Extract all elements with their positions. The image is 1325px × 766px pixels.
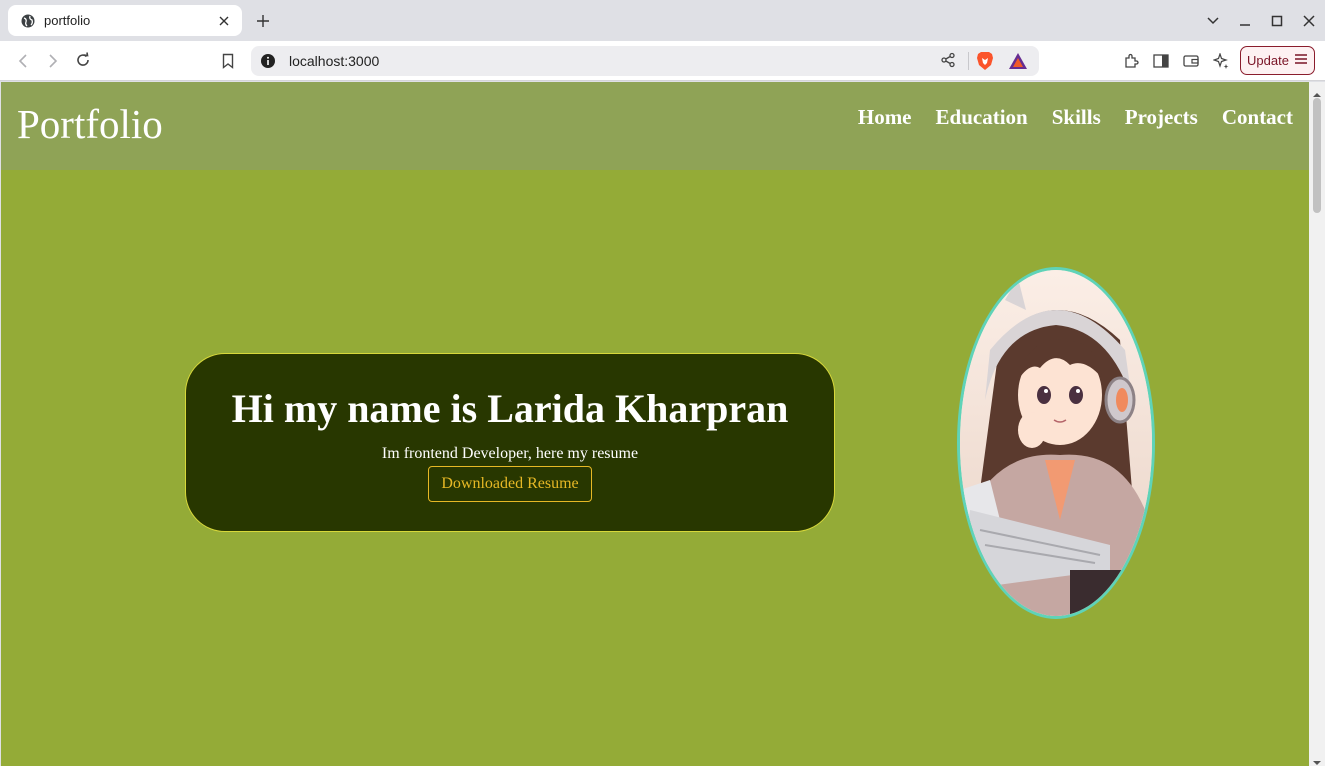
page-viewport: Portfolio Home Education Skills Projects… — [1, 82, 1309, 766]
divider — [968, 52, 969, 70]
browser-tab[interactable]: portfolio — [8, 5, 242, 36]
download-resume-button[interactable]: Downloaded Resume — [428, 466, 592, 502]
hero-subtitle: Im frontend Developer, here my resume — [381, 445, 639, 462]
tab-search-chevron-icon[interactable] — [1197, 6, 1229, 36]
main-nav: Home Education Skills Projects Contact — [858, 105, 1293, 130]
share-icon[interactable] — [940, 52, 958, 70]
nav-link-contact[interactable]: Contact — [1222, 105, 1293, 130]
new-tab-plus-icon[interactable] — [252, 10, 274, 32]
tab-title: portfolio — [44, 13, 91, 28]
sidebar-toggle-icon[interactable] — [1149, 49, 1173, 73]
forward-arrow-icon[interactable] — [41, 49, 65, 73]
tab-strip: portfolio — [0, 0, 1325, 41]
extensions-puzzle-icon[interactable] — [1119, 49, 1143, 73]
url-text[interactable]: localhost:3000 — [289, 53, 379, 69]
update-label: Update — [1247, 53, 1289, 68]
scrollbar-thumb[interactable] — [1313, 98, 1321, 213]
page-scrollbar[interactable] — [1309, 82, 1325, 766]
hero-card: Hi my name is Larida Kharpran Im fronten… — [185, 353, 835, 532]
leo-ai-sparkle-icon[interactable] — [1209, 49, 1233, 73]
globe-icon — [20, 13, 36, 29]
close-tab-icon[interactable] — [216, 13, 232, 29]
brave-shields-icon[interactable] — [976, 51, 994, 71]
minimize-icon[interactable] — [1229, 6, 1261, 36]
site-header: Portfolio Home Education Skills Projects… — [1, 82, 1309, 170]
scroll-up-arrow-icon[interactable] — [1313, 86, 1321, 97]
site-info-icon[interactable] — [260, 53, 276, 69]
update-button[interactable]: Update — [1240, 46, 1315, 75]
reload-icon[interactable] — [71, 48, 95, 72]
scroll-down-arrow-icon[interactable] — [1313, 754, 1321, 765]
nav-link-home[interactable]: Home — [858, 105, 912, 130]
site-logo[interactable]: Portfolio — [17, 100, 163, 148]
nav-link-projects[interactable]: Projects — [1125, 105, 1198, 130]
address-bar[interactable]: localhost:3000 — [251, 46, 1039, 76]
browser-toolbar: localhost:3000 Update — [0, 41, 1325, 81]
hero-title: Hi my name is Larida Kharpran — [231, 386, 789, 431]
nav-link-skills[interactable]: Skills — [1052, 105, 1101, 130]
menu-hamburger-icon — [1294, 52, 1308, 70]
maximize-icon[interactable] — [1261, 6, 1293, 36]
wallet-icon[interactable] — [1179, 49, 1203, 73]
profile-avatar-image — [957, 267, 1155, 619]
window-controls — [1197, 0, 1325, 41]
close-window-icon[interactable] — [1293, 6, 1325, 36]
brave-rewards-icon[interactable] — [1008, 52, 1028, 70]
bookmark-icon[interactable] — [216, 49, 240, 73]
back-arrow-icon[interactable] — [11, 49, 35, 73]
nav-link-education[interactable]: Education — [936, 105, 1028, 130]
anime-girl-illustration — [960, 270, 1152, 616]
